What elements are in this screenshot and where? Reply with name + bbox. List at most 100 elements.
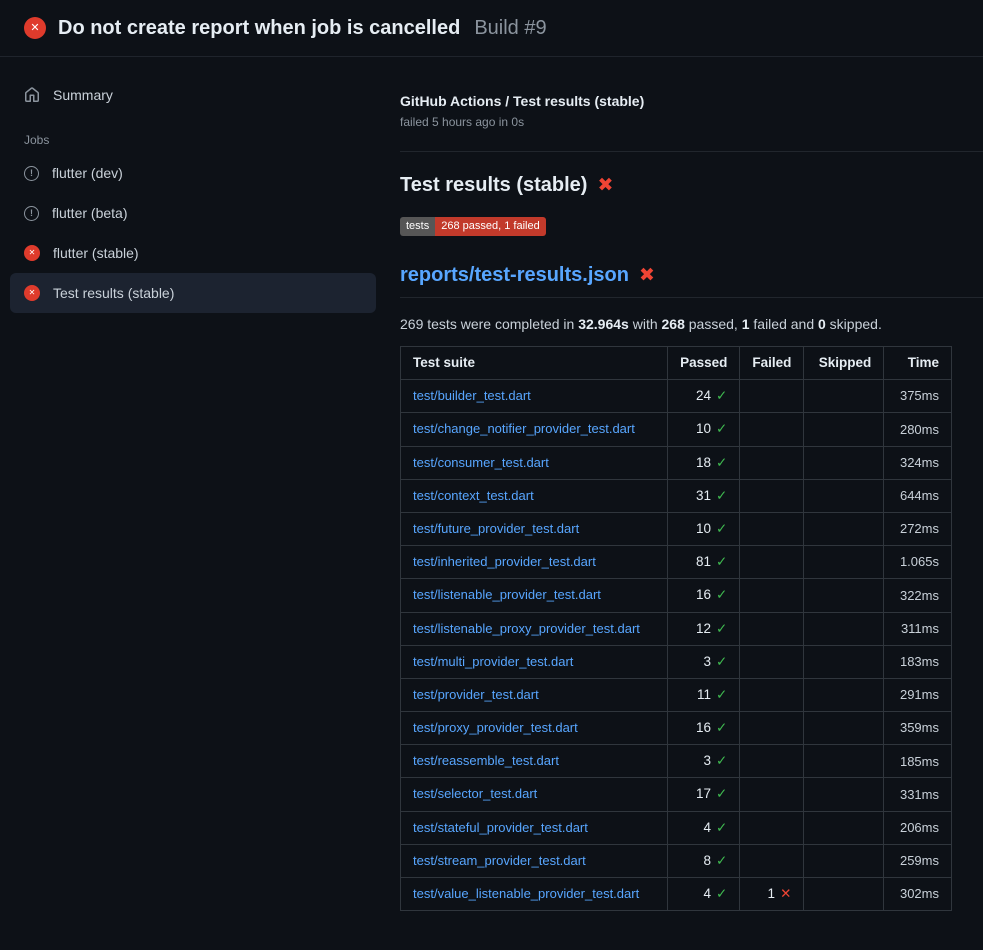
- badge-label: tests: [400, 217, 435, 236]
- time-cell: 272ms: [884, 512, 952, 545]
- passed-cell: 4✓: [668, 878, 740, 911]
- skipped-cell: [804, 380, 884, 413]
- sidebar-item-flutter-dev[interactable]: ! flutter (dev): [10, 153, 376, 193]
- time-cell: 322ms: [884, 579, 952, 612]
- check-icon: ✓: [716, 654, 727, 669]
- suite-link[interactable]: test/builder_test.dart: [413, 388, 531, 403]
- skipped-cell: [804, 778, 884, 811]
- sidebar-item-flutter-stable[interactable]: ✕ flutter (stable): [10, 233, 376, 273]
- table-row: test/multi_provider_test.dart3✓183ms: [401, 645, 952, 678]
- suite-link[interactable]: test/context_test.dart: [413, 488, 534, 503]
- sidebar-item-test-results-stable[interactable]: ✕ Test results (stable): [10, 273, 376, 313]
- suite-cell: test/consumer_test.dart: [401, 446, 668, 479]
- table-row: test/stream_provider_test.dart8✓259ms: [401, 844, 952, 877]
- suite-cell: test/value_listenable_provider_test.dart: [401, 878, 668, 911]
- suite-link[interactable]: test/consumer_test.dart: [413, 455, 549, 470]
- summary-text: with: [629, 316, 662, 332]
- suite-cell: test/stream_provider_test.dart: [401, 844, 668, 877]
- failed-cell: [740, 778, 804, 811]
- suite-link[interactable]: test/change_notifier_provider_test.dart: [413, 421, 635, 436]
- col-header-passed: Passed: [668, 347, 740, 380]
- report-title-link[interactable]: reports/test-results.json: [400, 264, 629, 287]
- table-row: test/listenable_proxy_provider_test.dart…: [401, 612, 952, 645]
- table-header-row: Test suite Passed Failed Skipped Time: [401, 347, 952, 380]
- failed-cell: [740, 612, 804, 645]
- status-line: failed 5 hours ago in 0s: [400, 115, 983, 129]
- time-cell: 324ms: [884, 446, 952, 479]
- check-icon: ✓: [716, 554, 727, 569]
- check-icon: ✓: [716, 853, 727, 868]
- suite-link[interactable]: test/proxy_provider_test.dart: [413, 720, 578, 735]
- passed-cell: 16✓: [668, 579, 740, 612]
- check-icon: ✓: [716, 421, 727, 436]
- col-header-test-suite: Test suite: [401, 347, 668, 380]
- exclamation-circle-icon: !: [24, 166, 39, 181]
- jobs-section-label: Jobs: [24, 133, 376, 147]
- check-icon: ✓: [716, 621, 727, 636]
- sidebar-item-label: Summary: [53, 87, 113, 103]
- failed-cell: [740, 512, 804, 545]
- check-icon: ✓: [716, 753, 727, 768]
- passed-cell: 10✓: [668, 512, 740, 545]
- table-row: test/change_notifier_provider_test.dart1…: [401, 413, 952, 446]
- col-header-failed: Failed: [740, 347, 804, 380]
- summary-failed-count: 1: [742, 316, 750, 332]
- exclamation-circle-icon: !: [24, 206, 39, 221]
- failed-cell: [740, 380, 804, 413]
- skipped-cell: [804, 811, 884, 844]
- skipped-cell: [804, 712, 884, 745]
- failed-cell: [740, 844, 804, 877]
- time-cell: 259ms: [884, 844, 952, 877]
- sidebar-item-summary[interactable]: Summary: [10, 75, 376, 115]
- suite-link[interactable]: test/listenable_provider_test.dart: [413, 587, 601, 602]
- check-icon: ✓: [716, 886, 727, 901]
- failed-cell: [740, 712, 804, 745]
- passed-cell: 4✓: [668, 811, 740, 844]
- skipped-cell: [804, 678, 884, 711]
- time-cell: 331ms: [884, 778, 952, 811]
- suite-link[interactable]: test/multi_provider_test.dart: [413, 654, 573, 669]
- suite-link[interactable]: test/stream_provider_test.dart: [413, 853, 586, 868]
- suite-link[interactable]: test/stateful_provider_test.dart: [413, 820, 588, 835]
- badge-value: 268 passed, 1 failed: [435, 217, 545, 236]
- table-row: test/context_test.dart31✓644ms: [401, 479, 952, 512]
- suite-link[interactable]: test/reassemble_test.dart: [413, 753, 559, 768]
- sidebar-item-label: flutter (stable): [53, 245, 139, 261]
- sidebar-item-label: flutter (dev): [52, 165, 123, 181]
- report-title-row: reports/test-results.json ✖: [400, 264, 983, 298]
- suite-link[interactable]: test/value_listenable_provider_test.dart: [413, 886, 639, 901]
- skipped-cell: [804, 745, 884, 778]
- suite-link[interactable]: test/future_provider_test.dart: [413, 521, 579, 536]
- suite-cell: test/future_provider_test.dart: [401, 512, 668, 545]
- failed-cell: [740, 811, 804, 844]
- failed-cell: [740, 745, 804, 778]
- time-cell: 291ms: [884, 678, 952, 711]
- suite-link[interactable]: test/provider_test.dart: [413, 687, 539, 702]
- suite-link[interactable]: test/inherited_provider_test.dart: [413, 554, 596, 569]
- passed-cell: 3✓: [668, 645, 740, 678]
- table-row: test/reassemble_test.dart3✓185ms: [401, 745, 952, 778]
- suite-link[interactable]: test/listenable_proxy_provider_test.dart: [413, 621, 640, 636]
- summary-text: skipped.: [826, 316, 882, 332]
- skipped-cell: [804, 413, 884, 446]
- summary-skipped-count: 0: [818, 316, 826, 332]
- check-icon: ✓: [716, 488, 727, 503]
- time-cell: 359ms: [884, 712, 952, 745]
- failed-cell: [740, 446, 804, 479]
- skipped-cell: [804, 512, 884, 545]
- check-icon: ✓: [716, 687, 727, 702]
- check-icon: ✓: [716, 587, 727, 602]
- failed-cell: 1✕: [740, 878, 804, 911]
- check-icon: ✓: [716, 786, 727, 801]
- col-header-time: Time: [884, 347, 952, 380]
- sidebar: Summary Jobs ! flutter (dev) ! flutter (…: [0, 57, 400, 313]
- time-cell: 311ms: [884, 612, 952, 645]
- table-row: test/value_listenable_provider_test.dart…: [401, 878, 952, 911]
- suite-link[interactable]: test/selector_test.dart: [413, 786, 537, 801]
- section-title-row: Test results (stable) ✖: [400, 174, 983, 197]
- failed-cell: [740, 479, 804, 512]
- time-cell: 206ms: [884, 811, 952, 844]
- table-row: test/consumer_test.dart18✓324ms: [401, 446, 952, 479]
- col-header-skipped: Skipped: [804, 347, 884, 380]
- sidebar-item-flutter-beta[interactable]: ! flutter (beta): [10, 193, 376, 233]
